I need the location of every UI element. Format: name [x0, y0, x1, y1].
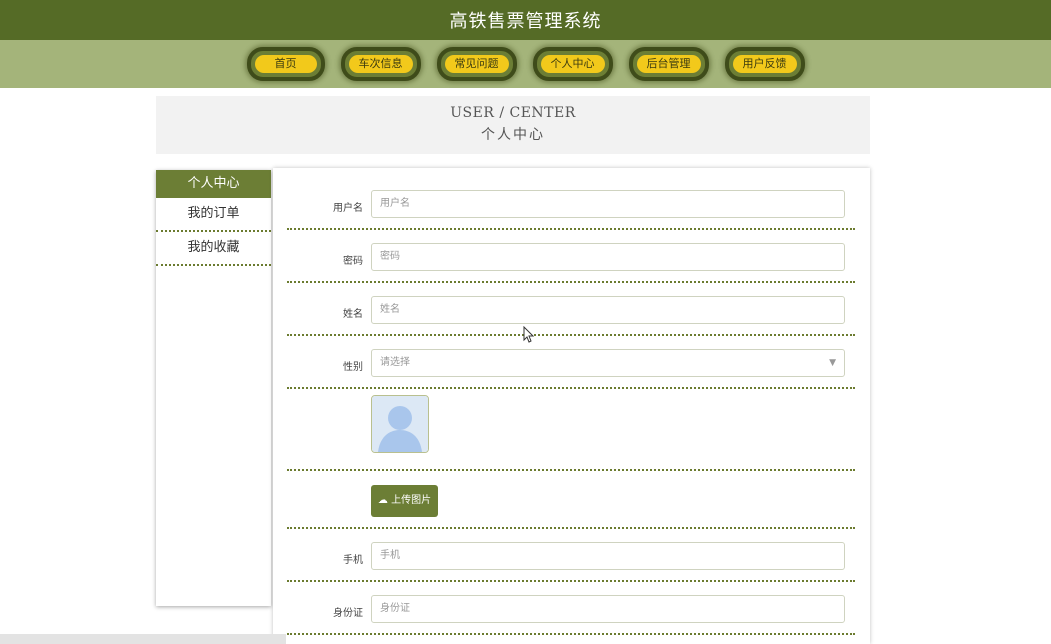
- nav-item-train-info[interactable]: 车次信息: [340, 47, 421, 81]
- nav-item-label: 个人中心: [540, 55, 605, 73]
- nav-item-label: 首页: [254, 55, 317, 73]
- nav-item-label: 车次信息: [348, 55, 413, 73]
- form-row-password: 密码 密码: [287, 228, 855, 283]
- sidebar: 个人中心 我的订单 我的收藏: [156, 170, 271, 606]
- sidebar-item-my-favorites[interactable]: 我的收藏: [156, 232, 271, 266]
- upload-button-label: 上传图片: [391, 495, 432, 506]
- nav-item-faq[interactable]: 常见问题: [436, 47, 517, 81]
- password-label: 密码: [343, 256, 363, 267]
- form-row-name: 姓名 姓名: [287, 281, 855, 336]
- page-title-en: USER / CENTER: [450, 105, 576, 121]
- form-row-upload: ☁ 上传图片: [287, 469, 855, 529]
- form-row-avatar: [287, 387, 855, 471]
- sidebar-item-user-center[interactable]: 个人中心: [156, 170, 271, 198]
- phone-label: 手机: [343, 555, 363, 566]
- profile-form: 用户名 用户名 密码 密码 姓名 姓名 性别 请选择 ▼ ☁ 上传图片 手机 手…: [273, 168, 870, 644]
- form-row-id-card: 身份证 身份证: [287, 580, 855, 635]
- id-card-input[interactable]: 身份证: [371, 595, 845, 623]
- sidebar-item-my-orders[interactable]: 我的订单: [156, 198, 271, 232]
- upload-image-button[interactable]: ☁ 上传图片: [371, 485, 438, 517]
- user-avatar-icon: [371, 395, 429, 453]
- phone-input[interactable]: 手机: [371, 542, 845, 570]
- nav-item-admin[interactable]: 后台管理: [628, 47, 709, 81]
- id-card-label: 身份证: [333, 608, 363, 619]
- gender-select[interactable]: 请选择 ▼: [371, 349, 845, 377]
- gender-label: 性别: [343, 362, 363, 373]
- nav-item-feedback[interactable]: 用户反馈: [724, 47, 805, 81]
- password-input[interactable]: 密码: [371, 243, 845, 271]
- nav-item-label: 常见问题: [444, 55, 509, 73]
- nav-item-label: 用户反馈: [732, 55, 797, 73]
- form-row-username: 用户名 用户名: [287, 168, 855, 230]
- chevron-down-icon: ▼: [829, 358, 836, 368]
- nav-item-home[interactable]: 首页: [246, 47, 325, 81]
- nav-item-user-center[interactable]: 个人中心: [532, 47, 613, 81]
- gender-select-value: 请选择: [380, 357, 410, 368]
- horizontal-scrollbar[interactable]: [0, 634, 286, 644]
- mouse-pointer-icon: [523, 326, 535, 343]
- app-header: 高铁售票管理系统: [0, 0, 1051, 40]
- username-label: 用户名: [333, 203, 363, 214]
- page-title-cn: 个人中心: [481, 127, 545, 143]
- page-title-banner: USER / CENTER 个人中心: [156, 96, 870, 154]
- cloud-upload-icon: ☁: [377, 495, 388, 506]
- name-input[interactable]: 姓名: [371, 296, 845, 324]
- name-label: 姓名: [343, 309, 363, 320]
- app-title: 高铁售票管理系统: [449, 11, 602, 32]
- nav-item-label: 后台管理: [636, 55, 701, 73]
- form-row-gender: 性别 请选择 ▼: [287, 334, 855, 389]
- form-row-phone: 手机 手机: [287, 527, 855, 582]
- main-nav: 首页 车次信息 常见问题 个人中心 后台管理 用户反馈: [0, 40, 1051, 88]
- username-input[interactable]: 用户名: [371, 190, 845, 218]
